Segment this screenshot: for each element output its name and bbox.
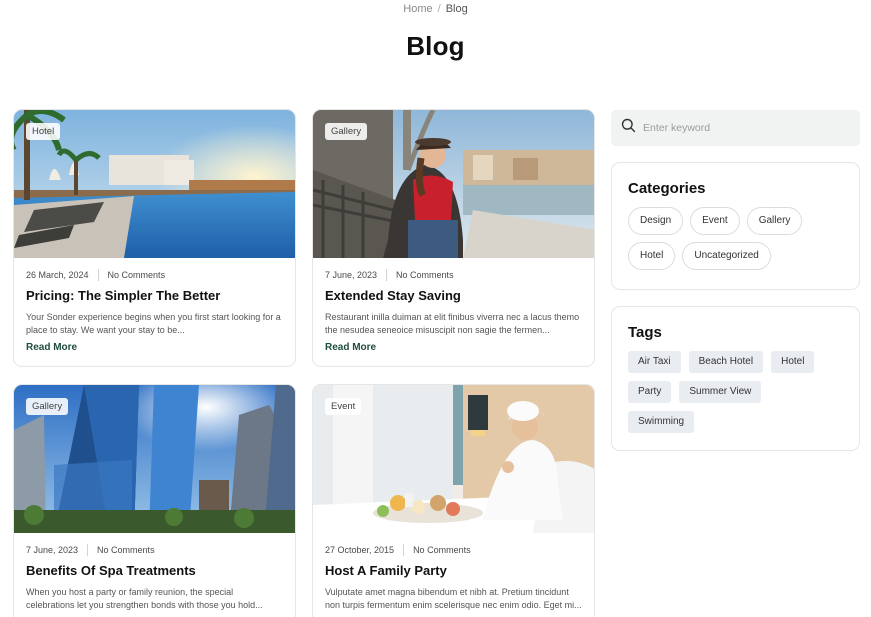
post-image[interactable]: Gallery (313, 110, 594, 258)
read-more-link[interactable]: Read More (325, 342, 582, 353)
categories-widget: Categories Design Event Gallery Hotel Un… (611, 162, 860, 290)
category-badge[interactable]: Gallery (26, 398, 69, 415)
post-title[interactable]: Pricing: The Simpler The Better (26, 288, 283, 303)
category-badge[interactable]: Gallery (325, 123, 368, 140)
blog-card-1[interactable]: Hotel 26 March, 2024 No Comments Pricing… (13, 109, 296, 367)
tags-widget: Tags Air Taxi Beach Hotel Hotel Party Su… (611, 306, 860, 451)
breadcrumb: Home / Blog (0, 3, 871, 15)
post-meta: 7 June, 2023 No Comments (26, 544, 295, 556)
categories-title: Categories (628, 180, 706, 197)
tags-list: Air Taxi Beach Hotel Hotel Party Summer … (628, 351, 843, 441)
tag-summer-view[interactable]: Summer View (679, 381, 762, 403)
post-comments-link[interactable]: No Comments (108, 270, 166, 280)
category-hotel[interactable]: Hotel (628, 242, 676, 270)
search-icon[interactable] (621, 118, 636, 138)
tag-air-taxi[interactable]: Air Taxi (628, 351, 681, 373)
breadcrumb-current: Blog (445, 3, 468, 15)
meta-divider (386, 269, 388, 281)
category-design[interactable]: Design (628, 207, 684, 235)
blog-card-4[interactable]: Event 27 October, 2015 No Comments Host … (312, 384, 595, 617)
post-meta: 7 June, 2023 No Comments (325, 269, 594, 281)
post-date: 26 March, 2024 (26, 270, 89, 280)
categories-list: Design Event Gallery Hotel Uncategorized (628, 207, 843, 277)
page-title: Blog (406, 31, 465, 61)
tags-title: Tags (628, 324, 662, 341)
post-comments-link[interactable]: No Comments (97, 545, 155, 555)
category-event[interactable]: Event (690, 207, 740, 235)
meta-divider (97, 269, 99, 281)
post-title[interactable]: Host A Family Party (325, 563, 582, 578)
category-badge[interactable]: Hotel (26, 123, 61, 140)
meta-divider (87, 544, 89, 556)
tag-beach-hotel[interactable]: Beach Hotel (688, 351, 764, 373)
post-excerpt: Your Sonder experience begins when you f… (26, 312, 281, 335)
post-meta: 27 October, 2015 No Comments (325, 544, 594, 556)
tag-swimming[interactable]: Swimming (628, 411, 695, 433)
post-comments-link[interactable]: No Comments (396, 270, 454, 280)
post-image[interactable]: Gallery (14, 385, 295, 533)
search-input[interactable] (643, 122, 843, 134)
post-excerpt: Vulputate amet magna bibendum et nibh at… (325, 587, 582, 610)
read-more-link[interactable]: Read More (26, 342, 283, 353)
category-badge[interactable]: Event (325, 398, 362, 415)
meta-divider (403, 544, 405, 556)
post-excerpt: When you host a party or family reunion,… (26, 587, 263, 610)
blog-card-2[interactable]: Gallery 7 June, 2023 No Comments Extende… (312, 109, 595, 367)
breadcrumb-separator: / (437, 3, 441, 15)
tag-party[interactable]: Party (628, 381, 672, 403)
post-meta: 26 March, 2024 No Comments (26, 269, 295, 281)
post-date: 7 June, 2023 (26, 545, 79, 555)
post-date: 27 October, 2015 (325, 545, 395, 555)
category-uncategorized[interactable]: Uncategorized (682, 242, 771, 270)
post-image[interactable]: Hotel (14, 110, 295, 258)
post-excerpt: Restaurant inilla duiman at elit finibus… (325, 312, 580, 335)
search-box (611, 110, 860, 146)
post-comments-link[interactable]: No Comments (413, 545, 471, 555)
tag-hotel[interactable]: Hotel (771, 351, 815, 373)
post-title[interactable]: Benefits Of Spa Treatments (26, 563, 283, 578)
post-title[interactable]: Extended Stay Saving (325, 288, 582, 303)
post-date: 7 June, 2023 (325, 270, 378, 280)
category-gallery[interactable]: Gallery (746, 207, 803, 235)
breadcrumb-home-link[interactable]: Home (403, 3, 432, 15)
post-image[interactable]: Event (313, 385, 594, 533)
blog-card-3[interactable]: Gallery 7 June, 2023 No Comments Benefit… (13, 384, 296, 617)
